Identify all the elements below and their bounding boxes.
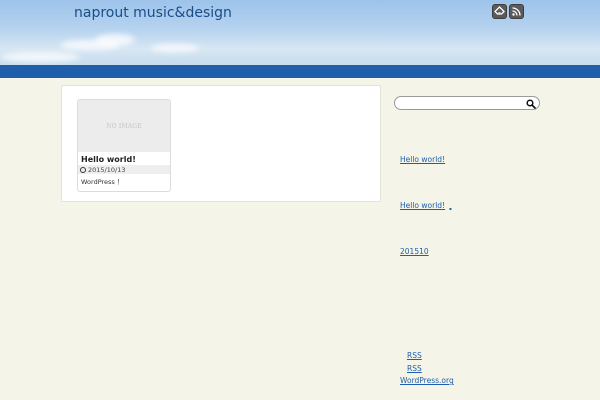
social-icons	[492, 4, 524, 19]
post-date-text: 2015/10/13	[88, 165, 126, 174]
post-list: NO IMAGE Hello world! 2015/10/13 WordPre…	[61, 85, 381, 202]
search-input[interactable]	[401, 98, 521, 108]
feedly-icon[interactable]	[492, 4, 507, 19]
site-header: naprout music&design	[0, 0, 600, 65]
navigation-bar	[0, 65, 600, 78]
search-form	[394, 96, 540, 110]
cloud-decoration	[150, 44, 200, 52]
post-date: 2015/10/13	[78, 165, 170, 174]
cloud-decoration	[95, 34, 135, 46]
rss-icon[interactable]	[509, 4, 524, 19]
clock-icon	[80, 166, 86, 173]
sidebar-archive-link[interactable]: 201510	[400, 247, 429, 256]
sidebar-recent-post-link[interactable]: Hello world!	[400, 155, 445, 164]
sidebar-recent-comment-link[interactable]: Hello world!	[400, 201, 445, 210]
sidebar-meta-comments-rss[interactable]: RSS	[400, 364, 422, 373]
post-card[interactable]: NO IMAGE Hello world! 2015/10/13 WordPre…	[77, 99, 171, 192]
search-icon[interactable]	[525, 98, 536, 109]
comment-marker: ▪	[449, 206, 452, 211]
post-title[interactable]: Hello world!	[78, 152, 170, 165]
site-title[interactable]: naprout music&design	[74, 5, 232, 21]
sidebar-meta-wordpress-link[interactable]: WordPress.org	[400, 376, 454, 385]
sidebar-meta-entries-rss[interactable]: RSS	[400, 351, 422, 360]
post-excerpt: WordPress ！	[81, 178, 124, 186]
cloud-decoration	[0, 52, 80, 62]
post-thumbnail[interactable]: NO IMAGE	[78, 100, 170, 152]
